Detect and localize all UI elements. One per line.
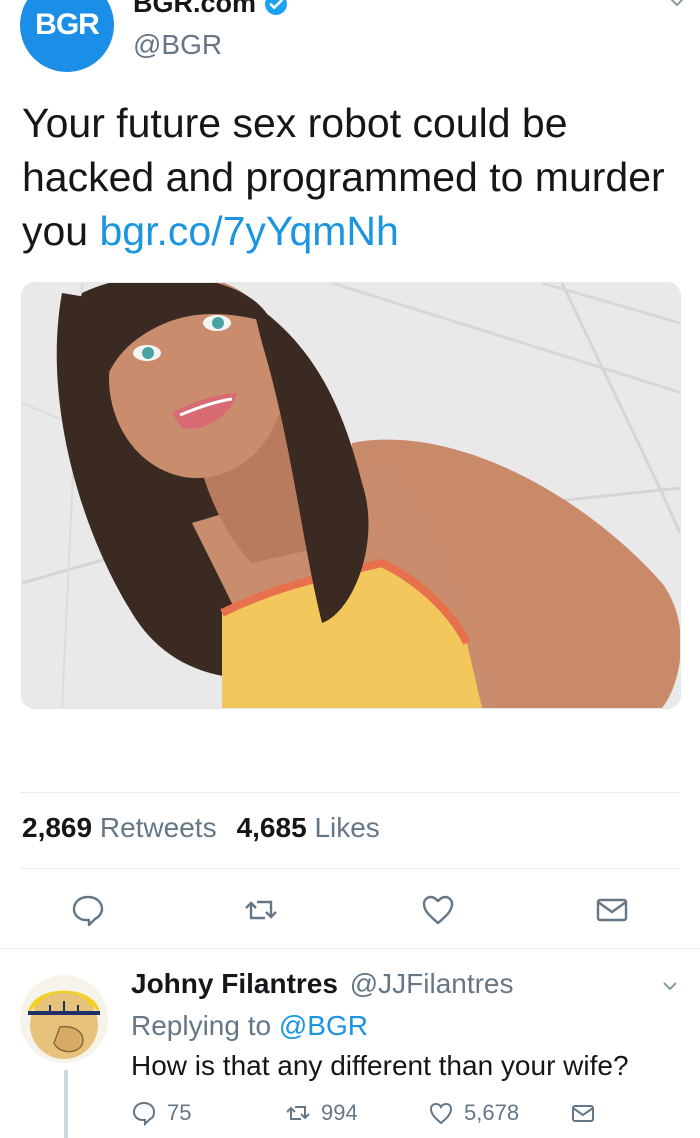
direct-message-icon — [572, 1105, 594, 1122]
reply-text: How is that any different than your wife… — [131, 1050, 629, 1081]
replying-to-label: Replying to — [131, 1010, 272, 1041]
reply-icon — [132, 1101, 156, 1126]
reply-dm-action[interactable] — [570, 1100, 596, 1126]
reply-reply-count: 75 — [167, 1100, 192, 1125]
tweet-link[interactable]: bgr.co/7yYqmNh — [100, 208, 399, 254]
section-divider — [0, 948, 700, 949]
likes-label: Likes — [314, 812, 380, 843]
reply-avatar[interactable] — [20, 975, 108, 1063]
retweet-icon[interactable] — [243, 892, 279, 928]
like-icon — [429, 1102, 453, 1125]
replying-to: Replying to @BGR — [131, 1010, 368, 1042]
direct-message-icon[interactable] — [594, 892, 630, 928]
retweets-count: 2,869 — [22, 812, 93, 843]
reply-retweet-count: 994 — [321, 1100, 358, 1125]
divider — [20, 868, 680, 869]
replying-to-mention[interactable]: @BGR — [279, 1010, 368, 1041]
display-name-text: BGR.com — [133, 0, 257, 18]
chevron-down-icon[interactable] — [666, 0, 688, 12]
thread-line — [64, 1070, 68, 1138]
reply-author[interactable]: Johny Filantres @JJFilantres — [131, 968, 514, 1000]
likes-count: 4,685 — [236, 812, 307, 843]
verified-badge-icon — [265, 0, 288, 15]
reply-handle: @JJFilantres — [349, 968, 514, 999]
bgr-avatar-logo: BGR — [35, 8, 100, 41]
divider — [20, 792, 680, 793]
tweet-image[interactable] — [21, 282, 681, 709]
reply-icon[interactable] — [70, 892, 106, 928]
bgr-avatar[interactable]: BGR — [20, 0, 114, 72]
reply-like-count: 5,678 — [464, 1100, 520, 1125]
tweet-text: Your future sex robot could be hacked an… — [22, 96, 672, 258]
reply-like-action[interactable]: 5,678 — [428, 1100, 519, 1126]
tweet-author-name[interactable]: BGR.com — [133, 0, 288, 19]
reply-reply-action[interactable]: 75 — [131, 1100, 191, 1126]
tweet-stats: 2,869 Retweets 4,685 Likes — [22, 812, 400, 844]
tweet-photo — [22, 283, 680, 708]
reply-display-name: Johny Filantres — [131, 968, 338, 999]
tweet-author-handle[interactable]: @BGR — [133, 29, 222, 61]
cartoon-avatar-icon — [20, 975, 108, 1063]
reply-retweet-action[interactable]: 994 — [285, 1100, 358, 1126]
retweet-icon — [286, 1106, 310, 1120]
retweets-stat[interactable]: 2,869 Retweets — [22, 812, 217, 844]
like-icon[interactable] — [420, 892, 456, 928]
retweets-label: Retweets — [99, 812, 217, 843]
chevron-down-icon[interactable] — [660, 976, 680, 996]
likes-stat[interactable]: 4,685 Likes — [237, 812, 380, 844]
